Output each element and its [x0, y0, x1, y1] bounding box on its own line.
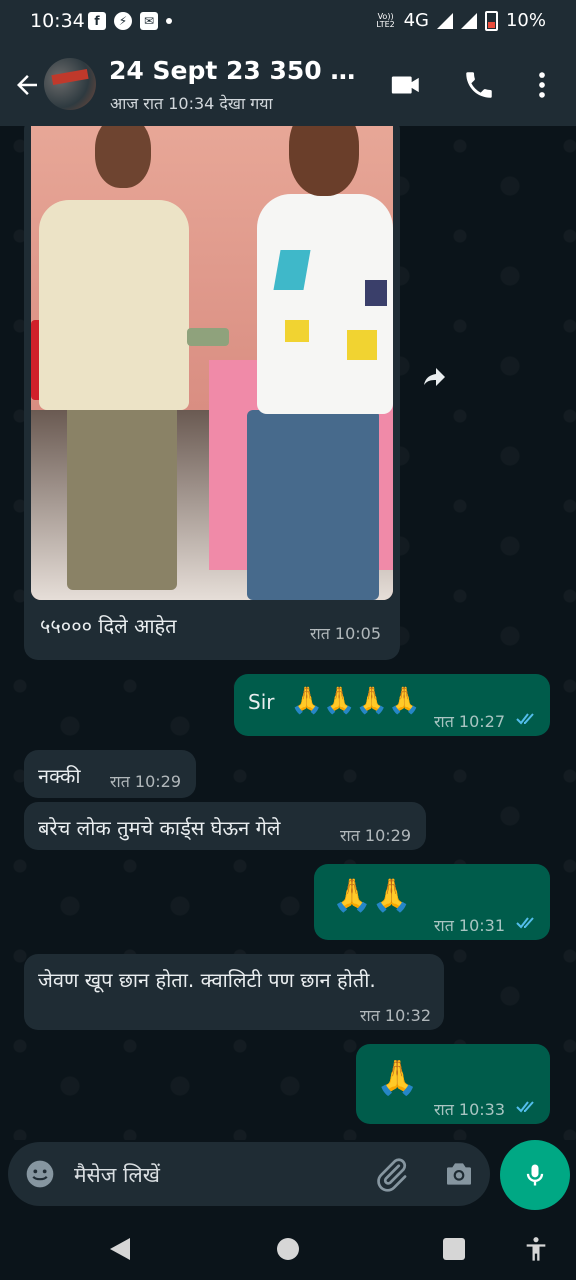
status-bar: 10:34 f ⚡ ✉ Vo)) LTE2 4G 10%: [0, 0, 576, 44]
network-type: 4G: [403, 10, 429, 31]
message-incoming[interactable]: नक्की रात 10:29: [24, 750, 196, 798]
message-outgoing[interactable]: 🙏 रात 10:33: [356, 1044, 550, 1124]
read-receipt-icon: [516, 713, 534, 725]
message-time: रात 10:27: [434, 712, 506, 731]
voice-message-button[interactable]: [500, 1140, 570, 1210]
microphone-icon: [526, 1164, 544, 1186]
more-options-icon[interactable]: [525, 68, 559, 102]
nav-home-icon[interactable]: [277, 1238, 299, 1260]
more-notifications-dot: [166, 18, 172, 24]
message-text: बरेच लोक तुमचे कार्ड्स घेऊन गेले: [38, 816, 281, 840]
chat-header: 24 Sept 23 350 Ban... आज रात 10:34 देखा …: [0, 44, 576, 126]
message-text: Sir: [248, 690, 275, 714]
emoji-folded-hands: 🙏🙏🙏🙏: [290, 686, 421, 716]
message-incoming[interactable]: बरेच लोक तुमचे कार्ड्स घेऊन गेले रात 10:…: [24, 802, 426, 850]
volte-indicator: Vo)) LTE2: [376, 11, 395, 29]
message-outgoing[interactable]: 🙏🙏 रात 10:31: [314, 864, 550, 940]
shared-photo[interactable]: [31, 126, 393, 600]
message-text: जेवण खूप छान होता. क्वालिटी पण छान होती.: [38, 968, 376, 992]
message-time: रात 10:05: [310, 624, 382, 643]
message-incoming[interactable]: जेवण खूप छान होता. क्वालिटी पण छान होती.…: [24, 954, 444, 1030]
last-seen-status: आज रात 10:34 देखा गया: [110, 94, 273, 113]
read-receipt-icon: [516, 917, 534, 929]
message-composer: [8, 1142, 490, 1206]
message-time: रात 10:33: [434, 1100, 506, 1119]
nav-back-icon[interactable]: [110, 1238, 130, 1260]
voice-call-icon[interactable]: [462, 68, 496, 102]
forward-icon[interactable]: [412, 354, 456, 398]
attach-icon[interactable]: [374, 1156, 410, 1192]
message-image[interactable]: ५५००० दिले आहेत रात 10:05: [24, 126, 400, 660]
signal-icon: [436, 12, 453, 29]
message-text: नक्की: [38, 764, 81, 788]
facebook-icon: f: [88, 12, 106, 30]
emoji-icon[interactable]: [24, 1158, 56, 1190]
battery-icon: [484, 10, 498, 31]
message-outgoing[interactable]: Sir 🙏🙏🙏🙏 रात 10:27: [234, 674, 550, 736]
camera-icon[interactable]: [442, 1158, 476, 1190]
chat-area[interactable]: ५५००० दिले आहेत रात 10:05 Sir 🙏🙏🙏🙏 रात 1…: [0, 126, 576, 1140]
emoji-folded-hands: 🙏🙏: [332, 876, 412, 914]
message-time: रात 10:32: [360, 1006, 432, 1025]
nav-recents-icon[interactable]: [443, 1238, 465, 1260]
message-input[interactable]: [72, 1150, 376, 1200]
mail-icon: ✉: [140, 12, 158, 30]
accessibility-icon[interactable]: [522, 1234, 550, 1264]
signal-icon-2: [460, 12, 477, 29]
read-receipt-icon: [516, 1101, 534, 1113]
messenger-icon: ⚡: [114, 12, 132, 30]
message-time: रात 10:31: [434, 916, 506, 935]
emoji-folded-hands: 🙏: [376, 1058, 419, 1098]
battery-level: 10%: [505, 10, 546, 31]
message-time: रात 10:29: [340, 826, 412, 845]
status-time: 10:34: [30, 10, 85, 32]
contact-avatar[interactable]: [44, 58, 96, 110]
chat-title[interactable]: 24 Sept 23 350 Ban...: [109, 56, 369, 85]
image-caption: ५५००० दिले आहेत: [40, 614, 177, 638]
notification-icons: f ⚡ ✉: [88, 12, 172, 30]
back-arrow-icon[interactable]: [12, 70, 42, 100]
message-time: रात 10:29: [110, 772, 182, 791]
status-right: Vo)) LTE2 4G 10%: [376, 10, 546, 31]
system-nav-bar: [0, 1216, 576, 1280]
video-call-icon[interactable]: [389, 68, 423, 102]
